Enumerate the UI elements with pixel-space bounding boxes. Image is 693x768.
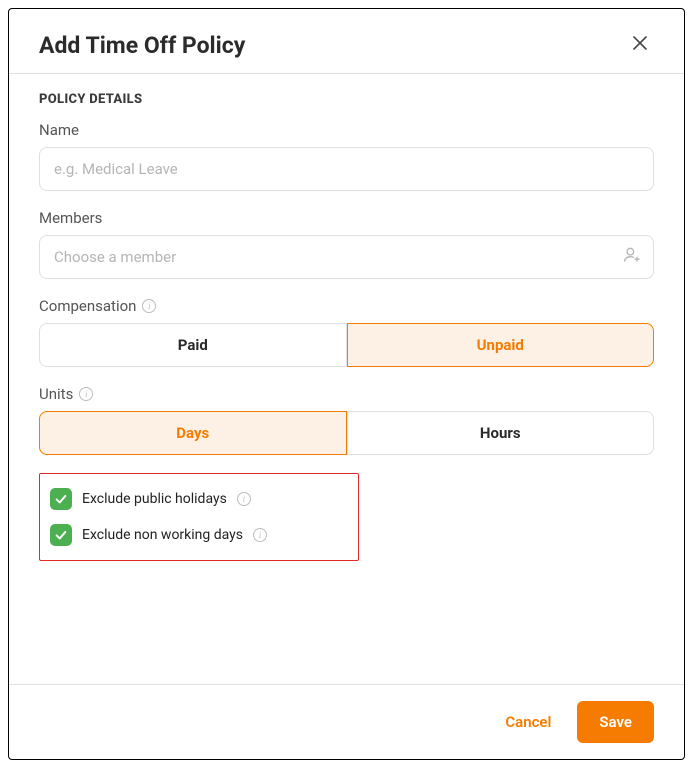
members-input[interactable] bbox=[39, 235, 654, 279]
members-label: Members bbox=[39, 209, 654, 227]
name-input[interactable] bbox=[39, 147, 654, 191]
save-button[interactable]: Save bbox=[577, 701, 654, 743]
exclusion-options-highlight: Exclude public holidays i Exclude non wo… bbox=[39, 473, 359, 561]
add-time-off-policy-modal: Add Time Off Policy POLICY DETAILS Name … bbox=[8, 8, 685, 760]
compensation-option-paid[interactable]: Paid bbox=[39, 323, 347, 367]
info-icon[interactable]: i bbox=[237, 492, 251, 506]
exclude-non-working-days-checkbox[interactable] bbox=[50, 524, 72, 546]
compensation-label: Compensation i bbox=[39, 297, 654, 315]
add-member-button[interactable] bbox=[622, 245, 642, 269]
info-icon[interactable]: i bbox=[142, 299, 156, 313]
info-icon[interactable]: i bbox=[79, 387, 93, 401]
members-field bbox=[39, 235, 654, 279]
units-label-text: Units bbox=[39, 385, 73, 403]
person-plus-icon bbox=[622, 245, 642, 265]
compensation-label-text: Compensation bbox=[39, 297, 136, 315]
close-button[interactable] bbox=[626, 29, 654, 61]
units-option-hours[interactable]: Hours bbox=[347, 411, 655, 455]
info-icon[interactable]: i bbox=[253, 528, 267, 542]
modal-header: Add Time Off Policy bbox=[9, 9, 684, 74]
exclude-public-holidays-row: Exclude public holidays i bbox=[50, 488, 348, 510]
exclude-non-working-days-row: Exclude non working days i bbox=[50, 524, 348, 546]
checkmark-icon bbox=[54, 492, 68, 506]
units-label: Units i bbox=[39, 385, 654, 403]
units-option-days[interactable]: Days bbox=[39, 411, 347, 455]
compensation-option-unpaid[interactable]: Unpaid bbox=[347, 323, 655, 367]
compensation-toggle: Paid Unpaid bbox=[39, 323, 654, 367]
exclude-public-holidays-label: Exclude public holidays bbox=[82, 491, 227, 507]
cancel-button[interactable]: Cancel bbox=[499, 712, 557, 732]
exclude-non-working-days-label: Exclude non working days bbox=[82, 527, 243, 543]
modal-body: POLICY DETAILS Name Members Compensation… bbox=[9, 74, 684, 684]
section-heading: POLICY DETAILS bbox=[39, 92, 654, 107]
modal-footer: Cancel Save bbox=[9, 684, 684, 759]
units-toggle: Days Hours bbox=[39, 411, 654, 455]
exclude-public-holidays-checkbox[interactable] bbox=[50, 488, 72, 510]
modal-title: Add Time Off Policy bbox=[39, 32, 245, 59]
close-icon bbox=[630, 33, 650, 53]
name-label: Name bbox=[39, 121, 654, 139]
checkmark-icon bbox=[54, 528, 68, 542]
